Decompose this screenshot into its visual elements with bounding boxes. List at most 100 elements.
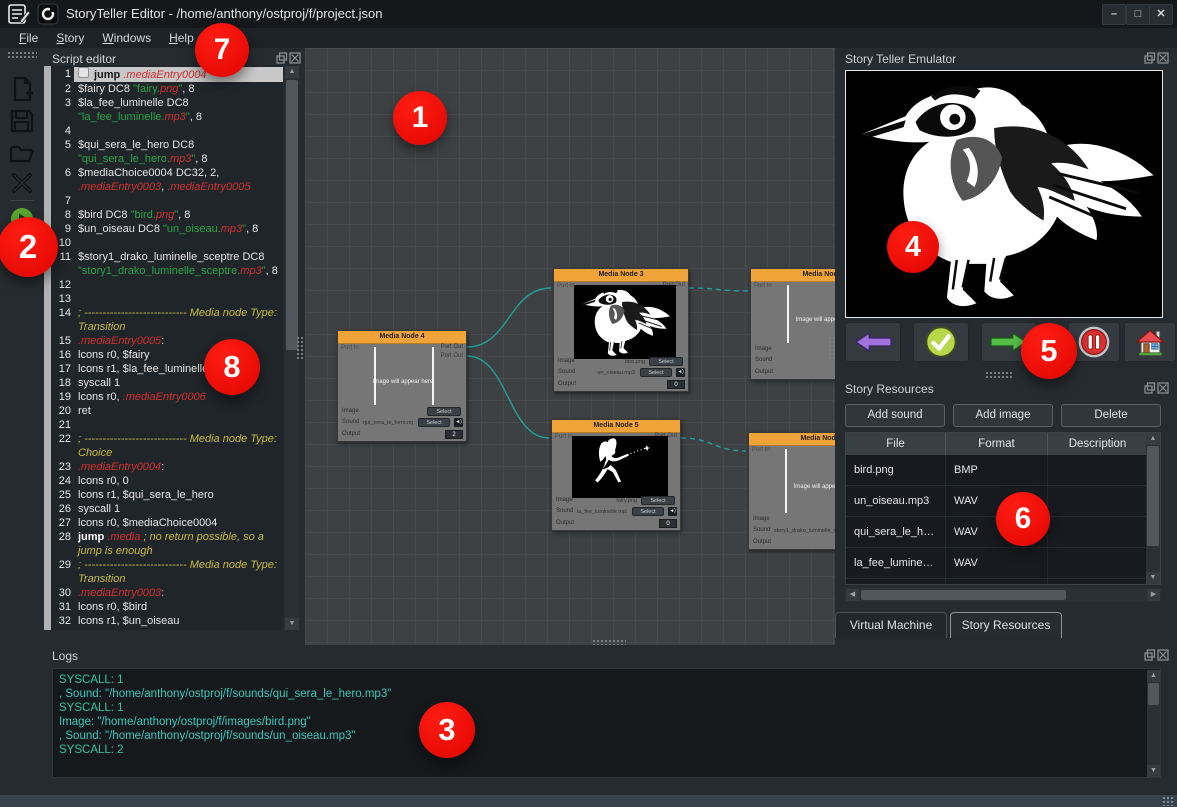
- output-spinner[interactable]: 2: [445, 430, 463, 439]
- code-line-4[interactable]: 4: [51, 124, 283, 138]
- resize-grip-icon[interactable]: [1162, 796, 1174, 806]
- code-line-19[interactable]: 19lcons r0, .mediaEntry0006: [51, 390, 283, 404]
- close-button[interactable]: ✕: [1149, 4, 1173, 25]
- title-bar[interactable]: StoryTeller Editor - /home/anthony/ostpr…: [0, 0, 1177, 28]
- output-spinner[interactable]: 0: [667, 380, 685, 389]
- port-out[interactable]: Port Out: [441, 344, 463, 350]
- code-line-5[interactable]: 5$qui_sera_le_hero DC8 "qui_sera_le_hero…: [51, 138, 283, 166]
- scroll-right-icon[interactable]: ▶: [1147, 589, 1160, 601]
- port-in[interactable]: Port In: [752, 447, 770, 453]
- port-in[interactable]: Port In: [555, 434, 573, 440]
- code-line-30[interactable]: 30.mediaEntry0003:: [51, 586, 283, 600]
- table-horizontal-scrollbar[interactable]: ◀ ▶: [845, 588, 1161, 602]
- speaker-icon[interactable]: ◄): [668, 507, 677, 516]
- add-sound-button[interactable]: Add sound: [845, 404, 945, 427]
- code-line-12[interactable]: 12: [51, 278, 283, 292]
- maximize-button[interactable]: □: [1126, 4, 1150, 25]
- code-line-24[interactable]: 24lcons r0, 0: [51, 474, 283, 488]
- editor-canvas-splitter[interactable]: [296, 336, 303, 360]
- delete-resource-button[interactable]: Delete: [1061, 404, 1161, 427]
- menu-windows[interactable]: Windows: [93, 29, 160, 47]
- node-title-bar[interactable]: Media Node 2: [751, 269, 835, 282]
- open-folder-icon[interactable]: [9, 140, 35, 166]
- home-button[interactable]: [1124, 322, 1176, 362]
- select-image-button[interactable]: Select: [649, 357, 683, 366]
- save-icon[interactable]: [9, 108, 35, 134]
- logs-scrollbar[interactable]: ▲ ▼: [1147, 670, 1160, 777]
- code-line-25[interactable]: 25lcons r1, $qui_sera_le_hero: [51, 488, 283, 502]
- code-line-21[interactable]: 21: [51, 418, 283, 432]
- select-image-button[interactable]: Select: [427, 407, 461, 416]
- media-node[interactable]: Media Node 5Port InPort OutImagefairy.pn…: [551, 419, 681, 531]
- code-line-32[interactable]: 32lcons r1, $un_oiseau: [51, 614, 283, 628]
- select-sound-button[interactable]: Select: [640, 368, 672, 377]
- column-format[interactable]: Format: [946, 433, 1048, 455]
- column-description[interactable]: Description: [1048, 433, 1148, 455]
- table-row[interactable]: bird.pngBMP: [846, 455, 1160, 486]
- delete-icon[interactable]: [9, 170, 35, 196]
- code-line-8[interactable]: 8$bird DC8 "bird.png", 8: [51, 208, 283, 222]
- code-line-11[interactable]: 11$story1_drako_luminelle_sceptre DC8 "s…: [51, 250, 283, 278]
- port-in[interactable]: Port In: [557, 283, 575, 289]
- close-panel-icon[interactable]: [1157, 382, 1169, 394]
- code-line-10[interactable]: 10: [51, 236, 283, 250]
- media-node[interactable]: Media Node 4Port InPort OutPort OutImage…: [337, 330, 467, 442]
- speaker-icon[interactable]: ◄): [454, 418, 463, 427]
- code-line-22[interactable]: 22; ---------------------------- Media n…: [51, 432, 283, 460]
- code-line-7[interactable]: 7: [51, 194, 283, 208]
- float-panel-icon[interactable]: [1144, 382, 1156, 394]
- column-file[interactable]: File: [846, 433, 946, 455]
- select-image-button[interactable]: Select: [641, 496, 675, 505]
- table-vertical-scrollbar[interactable]: ▲ ▼: [1146, 433, 1160, 584]
- scroll-left-icon[interactable]: ◀: [846, 589, 859, 601]
- media-node[interactable]: Media Node 2Port InPort OutImage will ap…: [750, 268, 835, 380]
- port-in[interactable]: Port In: [754, 283, 772, 289]
- scroll-down-icon[interactable]: ▼: [1146, 572, 1160, 584]
- scroll-down-icon[interactable]: ▼: [285, 618, 299, 630]
- tab-story-resources[interactable]: Story Resources: [950, 612, 1062, 638]
- code-line-27[interactable]: 27lcons r0, $mediaChoice0004: [51, 516, 283, 530]
- float-panel-icon[interactable]: [276, 52, 288, 64]
- code-line-13[interactable]: 13: [51, 292, 283, 306]
- port-out[interactable]: Port Out: [441, 353, 463, 359]
- emulator-resize-handle[interactable]: [985, 371, 1013, 378]
- code-line-14[interactable]: 14; ---------------------------- Media n…: [51, 306, 283, 334]
- table-row[interactable]: la_fee_lumine…WAV: [846, 548, 1160, 579]
- scroll-down-icon[interactable]: ▼: [1147, 765, 1160, 777]
- add-image-button[interactable]: Add image: [953, 404, 1053, 427]
- port-in[interactable]: Port In: [341, 345, 359, 351]
- float-panel-icon[interactable]: [1144, 52, 1156, 64]
- code-line-2[interactable]: 2$fairy DC8 "fairy.png", 8: [51, 82, 283, 96]
- code-line-28[interactable]: 28jump .media ; no return possible, so a…: [51, 530, 283, 558]
- scroll-up-icon[interactable]: ▲: [285, 66, 299, 78]
- code-line-1[interactable]: 1jump .mediaEntry0004: [51, 67, 283, 82]
- logs-output[interactable]: SYSCALL: 1, Sound: "/home/anthony/ostpro…: [52, 668, 1161, 778]
- editor-scrollbar-thumb[interactable]: [286, 80, 298, 350]
- back-button[interactable]: [845, 322, 901, 362]
- logs-scrollbar-thumb[interactable]: [1148, 683, 1159, 705]
- close-panel-icon[interactable]: [289, 52, 301, 64]
- select-sound-button[interactable]: Select: [632, 507, 664, 516]
- code-line-20[interactable]: 20ret: [51, 404, 283, 418]
- scroll-up-icon[interactable]: ▲: [1146, 433, 1160, 445]
- menu-file[interactable]: File: [10, 29, 47, 47]
- table-scrollbar-thumb[interactable]: [1147, 446, 1159, 546]
- close-panel-icon[interactable]: [1157, 649, 1169, 661]
- node-title-bar[interactable]: Media Node 4: [338, 331, 466, 344]
- output-spinner[interactable]: 0: [659, 519, 677, 528]
- code-line-31[interactable]: 31lcons r0, $bird: [51, 600, 283, 614]
- minimize-button[interactable]: –: [1102, 4, 1126, 25]
- code-line-3[interactable]: 3$la_fee_luminelle DC8 "la_fee_luminelle…: [51, 96, 283, 124]
- node-title-bar[interactable]: Media Node 6: [749, 433, 835, 446]
- speaker-icon[interactable]: ◄): [676, 368, 685, 377]
- code-line-9[interactable]: 9$un_oiseau DC8 "un_oiseau.mp3", 8: [51, 222, 283, 236]
- canvas-right-splitter[interactable]: [828, 336, 835, 360]
- tab-virtual-machine[interactable]: Virtual Machine: [835, 612, 947, 638]
- validate-button[interactable]: [913, 322, 969, 362]
- node-graph-canvas[interactable]: Media Node 4Port InPort OutPort OutImage…: [305, 48, 835, 645]
- code-line-29[interactable]: 29; ---------------------------- Media n…: [51, 558, 283, 586]
- node-title-bar[interactable]: Media Node 5: [552, 420, 680, 433]
- scroll-up-icon[interactable]: ▲: [1147, 670, 1160, 682]
- node-title-bar[interactable]: Media Node 3: [554, 269, 688, 282]
- media-node[interactable]: Media Node 3Port InPort OutImagebird.png…: [553, 268, 689, 392]
